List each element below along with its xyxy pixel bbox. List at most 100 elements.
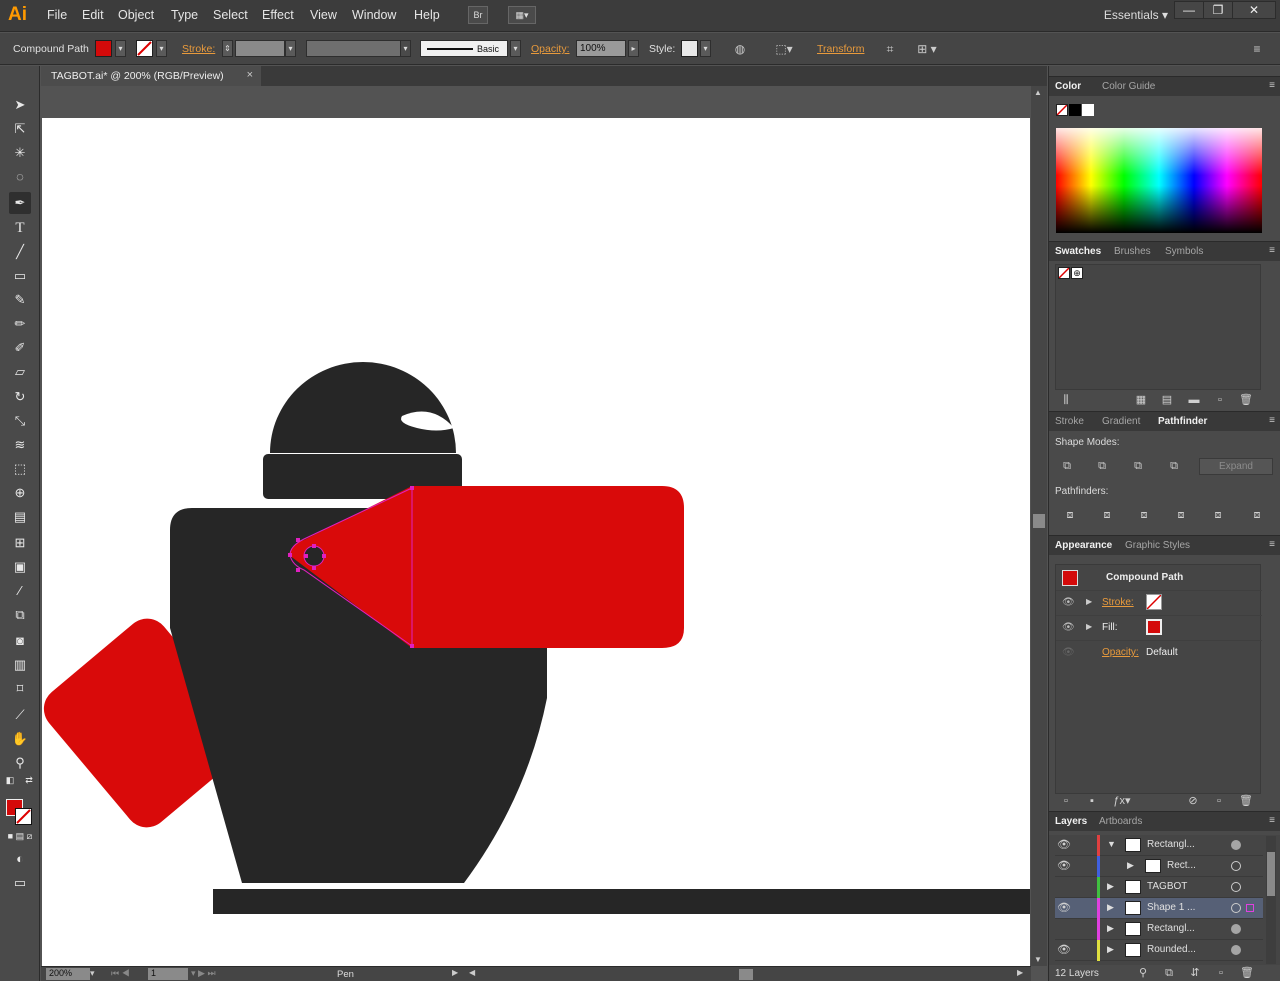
delete-item-icon[interactable]: 🗑: [1238, 793, 1254, 809]
tab-color[interactable]: Color: [1055, 81, 1081, 92]
status-menu-icon[interactable]: ▶: [452, 968, 458, 977]
graphic-style-swatch[interactable]: [681, 40, 698, 57]
warp-tool-icon[interactable]: ≋: [9, 434, 31, 456]
layer-row[interactable]: 👁 ▶ Rounded...: [1055, 940, 1263, 961]
layer-name[interactable]: TAGBOT: [1147, 881, 1187, 892]
stroke-weight-stepper[interactable]: ⇕: [222, 40, 233, 57]
stroke-weight-field[interactable]: [235, 40, 285, 57]
expand-triangle-icon[interactable]: ▶: [1086, 622, 1092, 631]
artboard-tool-icon[interactable]: ⌑: [9, 678, 31, 700]
expand-button[interactable]: Expand: [1199, 458, 1273, 475]
visibility-eye-icon[interactable]: 👁: [1062, 647, 1075, 658]
shape-builder-tool-icon[interactable]: ⊕: [9, 482, 31, 504]
selection-indicator[interactable]: [1246, 904, 1254, 912]
layer-name[interactable]: Rectangl...: [1147, 923, 1195, 934]
brush-definition[interactable]: Basic: [420, 40, 508, 57]
show-swatch-kinds-icon[interactable]: ▦: [1133, 392, 1149, 408]
white-swatch[interactable]: [1082, 104, 1094, 116]
direct-selection-tool-icon[interactable]: ⇱: [9, 118, 31, 140]
layer-target-icon[interactable]: [1231, 945, 1241, 955]
tab-color-guide[interactable]: Color Guide: [1102, 81, 1155, 92]
workspace-switcher[interactable]: Essentials ▾: [1104, 8, 1168, 22]
trim-icon[interactable]: ⧈: [1099, 507, 1115, 523]
close-button[interactable]: ✕: [1232, 1, 1276, 19]
expand-triangle-icon[interactable]: ▶: [1107, 944, 1114, 955]
layer-target-icon[interactable]: [1231, 924, 1241, 934]
artboard-nav-last-icon[interactable]: ▾ ▶ ⏭: [191, 968, 216, 979]
menu-file[interactable]: File: [47, 8, 67, 22]
visibility-eye-icon[interactable]: 👁: [1057, 859, 1071, 872]
visibility-eye-icon[interactable]: 👁: [1062, 597, 1075, 608]
scroll-left-icon[interactable]: ◀: [469, 968, 475, 977]
layer-name[interactable]: Rect...: [1167, 860, 1196, 871]
isolate-icon[interactable]: ⌗: [882, 41, 898, 57]
pencil-tool-icon[interactable]: ✏: [9, 313, 31, 335]
new-swatch-icon[interactable]: ▫: [1212, 392, 1228, 408]
bridge-button[interactable]: Br: [468, 6, 488, 24]
make-clipping-mask-icon[interactable]: ⧉: [1161, 965, 1177, 981]
expand-triangle-icon[interactable]: ▼: [1107, 839, 1116, 849]
opacity-label[interactable]: Opacity:: [531, 43, 570, 55]
outline-icon[interactable]: ⧈: [1210, 507, 1226, 523]
document-tab[interactable]: TAGBOT.ai* @ 200% (RGB/Preview) ×: [41, 66, 261, 86]
tab-layers[interactable]: Layers: [1055, 816, 1087, 827]
delete-layer-icon[interactable]: 🗑: [1239, 965, 1255, 981]
add-new-fill-icon[interactable]: ▪: [1084, 793, 1100, 809]
swatch-options-icon[interactable]: ▤: [1159, 392, 1175, 408]
registration-swatch-icon[interactable]: ⊕: [1071, 267, 1083, 279]
layer-name[interactable]: Rectangl...: [1147, 839, 1195, 850]
eraser-tool-icon[interactable]: ▱: [9, 361, 31, 383]
free-transform-tool-icon[interactable]: ⬚: [9, 458, 31, 480]
control-panel-menu-icon[interactable]: ≡: [1249, 41, 1265, 57]
locate-object-icon[interactable]: ⚲: [1135, 965, 1151, 981]
eyedropper-tool-icon[interactable]: ⁄: [9, 580, 31, 602]
appearance-fill-row[interactable]: 👁 ▶ Fill:: [1056, 615, 1262, 640]
minimize-button[interactable]: —: [1174, 1, 1204, 19]
add-new-stroke-icon[interactable]: ▫: [1058, 793, 1074, 809]
pen-tool-icon[interactable]: ✒: [9, 192, 31, 214]
artwork[interactable]: [42, 118, 1030, 966]
crop-icon[interactable]: ⧈: [1173, 507, 1189, 523]
profile-dropdown[interactable]: ▾: [400, 40, 411, 57]
layer-target-icon[interactable]: [1231, 861, 1241, 871]
visibility-eye-icon[interactable]: 👁: [1057, 943, 1071, 956]
layer-target-icon[interactable]: [1231, 882, 1241, 892]
layer-target-icon[interactable]: [1231, 840, 1241, 850]
blend-tool-icon[interactable]: ⧉: [9, 604, 31, 626]
mesh-tool-icon[interactable]: ⊞: [9, 532, 31, 554]
tab-stroke[interactable]: Stroke: [1055, 416, 1084, 427]
clear-appearance-icon[interactable]: ⊘: [1185, 793, 1201, 809]
layer-row[interactable]: 👁 ▶ Rect...: [1055, 856, 1263, 877]
type-tool-icon[interactable]: T: [9, 217, 31, 239]
layer-name[interactable]: Rounded...: [1147, 944, 1196, 955]
stroke-swatch[interactable]: [136, 40, 153, 57]
opacity-field[interactable]: 100%: [576, 40, 626, 57]
recolor-artwork-icon[interactable]: ◍: [732, 41, 748, 57]
scroll-right-icon[interactable]: ▶: [1017, 968, 1023, 977]
scroll-down-icon[interactable]: ▼: [1034, 955, 1042, 964]
zoom-dropdown[interactable]: ▾: [90, 968, 95, 979]
tab-graphic-styles[interactable]: Graphic Styles: [1125, 540, 1190, 551]
unite-icon[interactable]: ⧉: [1059, 458, 1075, 474]
intersect-icon[interactable]: ⧉: [1130, 458, 1146, 474]
zoom-tool-icon[interactable]: ⚲: [9, 752, 31, 774]
rectangle-tool-icon[interactable]: ▭: [9, 265, 31, 287]
align-options-icon[interactable]: ⊞ ▾: [912, 41, 942, 57]
menu-edit[interactable]: Edit: [82, 8, 104, 22]
visibility-eye-icon[interactable]: 👁: [1062, 622, 1075, 633]
expand-triangle-icon[interactable]: ▶: [1127, 860, 1134, 871]
menu-window[interactable]: Window: [352, 8, 396, 22]
artboard[interactable]: [42, 118, 1030, 966]
hand-tool-icon[interactable]: ✋: [9, 728, 31, 750]
slice-tool-icon[interactable]: ⟋: [9, 704, 31, 726]
zoom-field[interactable]: 200%: [46, 968, 90, 980]
menu-object[interactable]: Object: [118, 8, 154, 22]
none-color-swatch[interactable]: [1056, 104, 1068, 116]
rotate-tool-icon[interactable]: ↻: [9, 386, 31, 408]
opacity-label[interactable]: Opacity:: [1102, 647, 1139, 658]
fill-dropdown[interactable]: ▾: [115, 40, 126, 57]
expand-triangle-icon[interactable]: ▶: [1107, 923, 1114, 934]
exclude-icon[interactable]: ⧉: [1166, 458, 1182, 474]
close-tab-icon[interactable]: ×: [247, 69, 253, 81]
menu-effect[interactable]: Effect: [262, 8, 294, 22]
